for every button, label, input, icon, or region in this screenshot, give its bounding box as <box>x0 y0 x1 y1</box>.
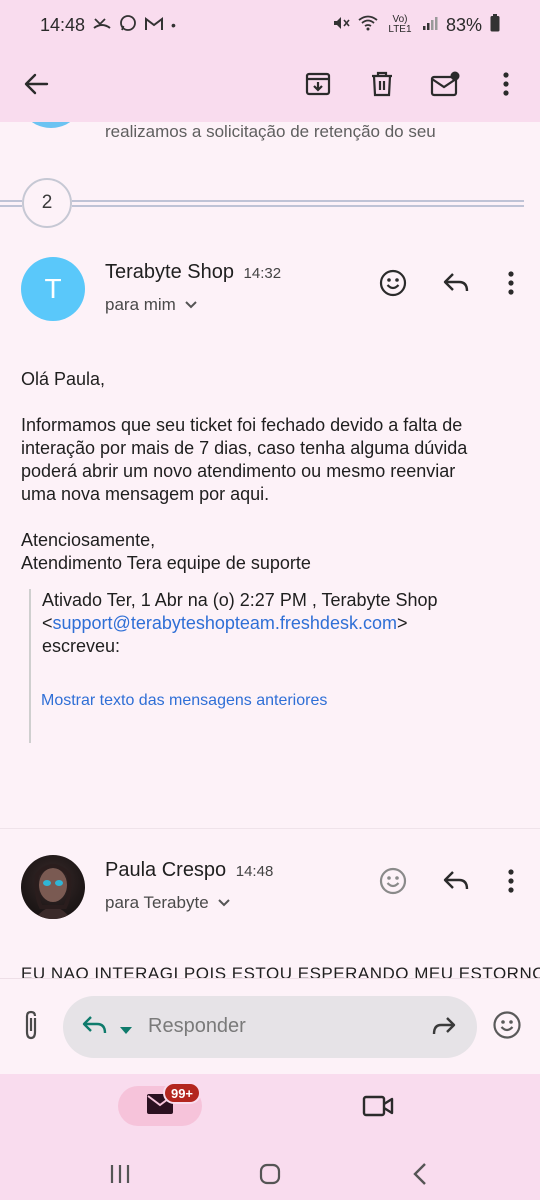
emoji-icon <box>379 867 407 900</box>
reply-bar: Responder <box>0 978 540 1074</box>
recents-icon <box>108 1163 132 1190</box>
sender-line: Terabyte Shop 14:32 <box>105 261 281 284</box>
bottom-navigation: 99+ <box>0 1074 540 1200</box>
quoted-block: Ativado Ter, 1 Abr na (o) 2:27 PM , Tera… <box>29 589 509 743</box>
emoji-icon <box>379 269 407 302</box>
back-button[interactable] <box>14 64 58 108</box>
message-divider <box>0 828 540 829</box>
reply-placeholder: Responder <box>148 1015 246 1037</box>
recipient-details[interactable]: para mim <box>105 295 198 315</box>
forward-icon[interactable] <box>431 1016 457 1043</box>
caret-down-icon[interactable] <box>119 1022 133 1040</box>
archive-button[interactable] <box>296 64 340 108</box>
top-app-bar <box>0 50 540 122</box>
greeting: Olá Paula, <box>21 369 106 389</box>
more-vert-icon <box>502 71 510 101</box>
reply-mode-icon[interactable] <box>81 1015 109 1042</box>
battery-percent: 83% <box>445 14 482 35</box>
body-line: uma nova mensagem por aqui. <box>21 484 270 504</box>
chevron-left-icon <box>412 1162 428 1191</box>
bracket-open: < <box>42 613 53 633</box>
avatar[interactable] <box>21 855 85 919</box>
message-header[interactable]: T Terabyte Shop 14:32 para mim <box>0 257 540 327</box>
recipient-label: para mim <box>105 295 176 314</box>
chevron-down-icon <box>217 893 231 913</box>
body-line: poderá abrir um novo atendimento ou mesm… <box>21 461 456 481</box>
body-line: interação por mais de 7 dias, caso tenha… <box>21 438 468 458</box>
previous-avatar <box>22 122 80 128</box>
more-vert-icon <box>507 270 515 300</box>
whatsapp-icon <box>119 14 137 37</box>
home-button[interactable] <box>250 1156 290 1196</box>
message-time: 14:32 <box>243 265 282 282</box>
status-time: 14:48 <box>40 14 86 35</box>
mark-unread-button[interactable] <box>423 64 467 108</box>
message-body: Olá Paula, Informamos que seu ticket foi… <box>21 368 521 575</box>
message-header[interactable]: Paula Crespo 14:48 para Terabyte <box>0 855 540 925</box>
system-back-button[interactable] <box>400 1156 440 1196</box>
battery-icon <box>490 13 500 37</box>
back-arrow-icon <box>23 72 49 101</box>
avatar[interactable]: T <box>21 257 85 321</box>
mute-icon <box>332 15 350 36</box>
sender-name: Paula Crespo <box>105 859 227 881</box>
status-bar: 14:48 • Vo) LTE1 83% <box>0 0 540 50</box>
more-options-button[interactable] <box>484 64 528 108</box>
reply-button[interactable] <box>436 863 476 903</box>
body-line: Informamos que seu ticket foi fechado de… <box>21 415 463 435</box>
signal-icon <box>422 15 438 36</box>
more-vert-icon <box>507 868 515 898</box>
delete-button[interactable] <box>360 64 404 108</box>
mark-unread-icon <box>430 71 460 102</box>
message-more-button[interactable] <box>491 863 531 903</box>
home-icon <box>258 1162 282 1191</box>
quote-email-line: <support@terabyteshopteam.freshdesk.com> <box>42 612 509 635</box>
video-camera-icon <box>362 1095 394 1122</box>
message-time: 14:48 <box>235 863 274 880</box>
previous-message-snippet[interactable]: realizamos a solicitação de retenção do … <box>105 122 436 142</box>
email-link[interactable]: support@terabyteshopteam.freshdesk.com <box>53 613 397 633</box>
archive-icon <box>305 71 331 102</box>
nav-meet-tab[interactable] <box>362 1094 398 1120</box>
emoji-picker-button[interactable] <box>492 1010 522 1045</box>
collapsed-count-badge[interactable]: 2 <box>22 178 72 228</box>
trash-icon <box>370 71 394 102</box>
paperclip-icon <box>22 1010 40 1045</box>
status-dot: • <box>171 17 176 33</box>
wifi-6-icon <box>358 15 378 36</box>
react-emoji-button[interactable] <box>373 265 413 305</box>
reply-input[interactable]: Responder <box>63 996 477 1058</box>
recent-apps-button[interactable] <box>100 1156 140 1196</box>
message-body-preview: EU NAO INTERAGI POIS ESTOU ESPERANDO MEU… <box>21 964 540 978</box>
reply-button[interactable] <box>436 265 476 305</box>
recipient-label: para Terabyte <box>105 893 209 912</box>
chevron-down-icon <box>184 295 198 315</box>
collapsed-messages-row[interactable]: 2 <box>0 178 540 228</box>
sender-line: Paula Crespo 14:48 <box>105 859 273 882</box>
react-emoji-button[interactable] <box>373 863 413 903</box>
bracket-close: > <box>396 613 408 633</box>
quote-wrote: escreveu: <box>42 636 121 656</box>
gmail-icon <box>145 15 164 36</box>
attach-button[interactable] <box>14 1009 48 1045</box>
sender-name: Terabyte Shop <box>105 261 234 283</box>
signoff: Atenciosamente, <box>21 530 156 550</box>
reply-icon <box>442 869 470 898</box>
recipient-details[interactable]: para Terabyte <box>105 893 231 913</box>
network-label: Vo) LTE1 <box>388 14 412 35</box>
quote-attribution: Ativado Ter, 1 Abr na (o) 2:27 PM , Tera… <box>42 590 438 610</box>
message-more-button[interactable] <box>491 265 531 305</box>
show-quoted-text-link[interactable]: Mostrar texto das mensagens anteriores <box>41 692 327 710</box>
missed-call-icon <box>93 15 111 36</box>
signoff: Atendimento Tera equipe de suporte <box>21 553 311 573</box>
emoji-icon <box>492 1011 522 1044</box>
email-thread[interactable]: realizamos a solicitação de retenção do … <box>0 122 540 978</box>
reply-icon <box>442 271 470 300</box>
unread-badge: 99+ <box>163 1082 201 1104</box>
